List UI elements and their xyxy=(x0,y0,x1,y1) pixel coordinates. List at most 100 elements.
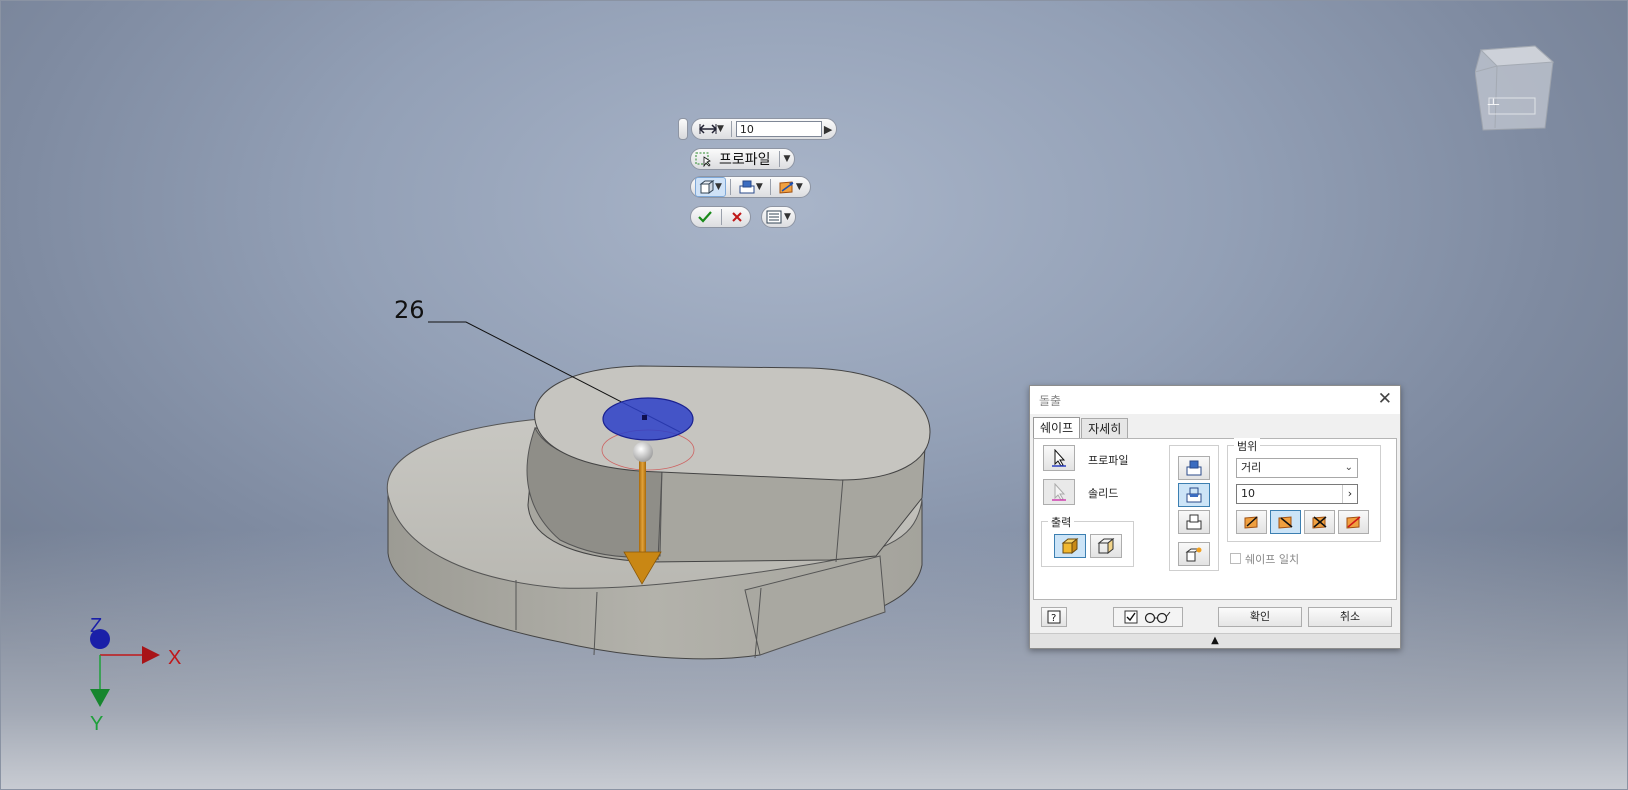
distance-type-dropdown[interactable]: ▼ xyxy=(696,120,727,138)
play-arrow-icon[interactable]: ▶ xyxy=(824,123,832,136)
dimension-value[interactable]: 26 xyxy=(394,296,425,324)
mini-toolbar-row-actions: ▼ xyxy=(690,206,796,228)
new-solid-button[interactable] xyxy=(1178,542,1210,566)
direction-symmetric-button[interactable] xyxy=(1304,510,1335,534)
profile-selector-button[interactable] xyxy=(1043,445,1075,471)
output-group: 출력 xyxy=(1041,514,1134,567)
direction-flipped-icon xyxy=(1278,516,1292,529)
intersect-button[interactable] xyxy=(1178,510,1210,534)
extents-distance-input[interactable]: 10 › xyxy=(1236,484,1358,504)
list-options-icon xyxy=(766,210,782,224)
direction-default-button[interactable] xyxy=(1236,510,1267,534)
preview-toggle[interactable] xyxy=(1113,607,1183,627)
separator xyxy=(721,209,722,225)
cancel-button[interactable] xyxy=(726,208,748,226)
extents-group-title: 범위 xyxy=(1234,438,1261,454)
direction-dropdown[interactable]: ▼ xyxy=(775,178,806,196)
mini-toolbar-row-options: ▼ ▼ ▼ xyxy=(690,176,811,198)
chevron-down-icon: ▼ xyxy=(717,124,724,134)
separator xyxy=(778,151,780,167)
close-icon[interactable]: ✕ xyxy=(1378,389,1392,409)
dialog-titlebar[interactable]: 돌출 ✕ xyxy=(1030,386,1400,414)
cancel-button[interactable]: 취소 xyxy=(1308,607,1392,627)
extents-type-value: 거리 xyxy=(1241,461,1262,474)
ok-button[interactable] xyxy=(693,208,717,226)
mini-toolbar-row-distance: ▼ 10 ▶ xyxy=(678,118,838,140)
join-button[interactable] xyxy=(1178,456,1210,480)
chevron-down-icon: ▼ xyxy=(715,182,722,192)
extents-type-select[interactable]: 거리 ⌄ xyxy=(1236,458,1358,478)
checkmark-icon xyxy=(698,211,712,223)
dialog-title: 돌출 xyxy=(1039,394,1062,408)
glasses-icon xyxy=(1144,611,1171,624)
output-group-title: 출력 xyxy=(1048,514,1075,530)
separator xyxy=(730,121,732,137)
direction-icon xyxy=(779,181,794,194)
chevron-down-icon: ▼ xyxy=(795,182,803,192)
viewcube[interactable]: ㅗ xyxy=(1475,42,1555,132)
output-surface-button[interactable] xyxy=(1090,534,1122,558)
join-icon xyxy=(1186,460,1202,476)
profile-label: 프로파일 xyxy=(719,152,771,168)
mini-toolbar-row-profile: 프로파일 ▼ xyxy=(690,148,796,170)
close-icon xyxy=(732,212,742,222)
cut-button[interactable] xyxy=(1178,483,1210,507)
ok-button[interactable]: 확인 xyxy=(1218,607,1302,627)
profile-pill[interactable]: 프로파일 ▼ xyxy=(690,148,796,170)
shape-panel: 프로파일 솔리드 출력 범위 거리 ⌄ 10 › 쉐이프 일치 xyxy=(1033,438,1397,600)
separator xyxy=(769,179,771,195)
direction-asymmetric-icon xyxy=(1346,516,1360,529)
cursor-arrow-icon xyxy=(1052,449,1066,467)
separator xyxy=(729,179,731,195)
cut-icon xyxy=(1186,487,1202,503)
chevron-down-icon: ▼ xyxy=(784,212,791,222)
extents-group: 범위 거리 ⌄ 10 › xyxy=(1227,438,1381,542)
solid-cube-icon xyxy=(1061,538,1079,554)
triangle-up-icon: ▲ xyxy=(1211,635,1219,646)
intersect-icon xyxy=(1186,514,1202,530)
extrude-dialog: 돌출 ✕ 쉐이프 자세히 프로파일 솔리드 출력 범위 거리 ⌄ 10 › 쉐이… xyxy=(1029,385,1401,649)
new-solid-icon xyxy=(1185,547,1202,562)
direction-default-icon xyxy=(1244,516,1258,529)
match-shape-checkbox[interactable] xyxy=(1230,553,1241,564)
help-icon: ? xyxy=(1047,610,1061,624)
help-button[interactable]: ? xyxy=(1041,607,1067,627)
solid-selector-button[interactable] xyxy=(1043,479,1075,505)
profile-label: 프로파일 xyxy=(1088,454,1129,467)
options-pill: ▼ ▼ ▼ xyxy=(690,176,811,198)
svg-text:?: ? xyxy=(1051,613,1056,624)
output-solid-button[interactable] xyxy=(1054,534,1086,558)
tab-shape[interactable]: 쉐이프 xyxy=(1033,417,1081,439)
coordinate-triad: X Y Z xyxy=(80,615,190,745)
preview-checkbox-icon xyxy=(1124,610,1138,624)
upper-block-top xyxy=(534,365,931,481)
distance-input[interactable]: 10 xyxy=(735,121,822,137)
output-solid-dropdown[interactable]: ▼ xyxy=(695,177,726,197)
tab-more[interactable]: 자세히 xyxy=(1081,418,1129,439)
dialog-expand-toggle[interactable]: ▲ xyxy=(1030,633,1400,648)
distance-pill: ▼ 10 ▶ xyxy=(691,118,838,140)
mini-toolbar-grip[interactable] xyxy=(678,118,688,140)
confirm-pill xyxy=(690,206,751,228)
y-axis-label: Y xyxy=(90,713,104,735)
cursor-arrow-disabled-icon xyxy=(1052,483,1066,501)
match-shape-label: 쉐이프 일치 xyxy=(1245,553,1300,566)
chevron-down-icon: ⌄ xyxy=(1344,462,1353,473)
chevron-right-icon[interactable]: › xyxy=(1342,485,1357,503)
chevron-down-icon: ▼ xyxy=(755,182,763,192)
join-icon xyxy=(739,180,755,194)
direction-flipped-button[interactable] xyxy=(1270,510,1301,534)
operation-group xyxy=(1169,445,1219,571)
operation-dropdown[interactable]: ▼ xyxy=(735,178,766,196)
direction-symmetric-icon xyxy=(1312,516,1326,529)
extents-distance-value: 10 xyxy=(1241,487,1255,500)
distance-icon xyxy=(699,124,717,134)
dialog-tabs: 쉐이프 자세히 xyxy=(1033,417,1129,440)
profile-select-icon xyxy=(695,152,711,167)
solid-label: 솔리드 xyxy=(1088,487,1119,500)
direction-asymmetric-button[interactable] xyxy=(1338,510,1369,534)
chevron-down-icon[interactable]: ▼ xyxy=(784,154,791,164)
options-menu-pill[interactable]: ▼ xyxy=(761,206,796,228)
solid-output-icon xyxy=(699,180,715,194)
z-axis-label: Z xyxy=(90,615,103,637)
